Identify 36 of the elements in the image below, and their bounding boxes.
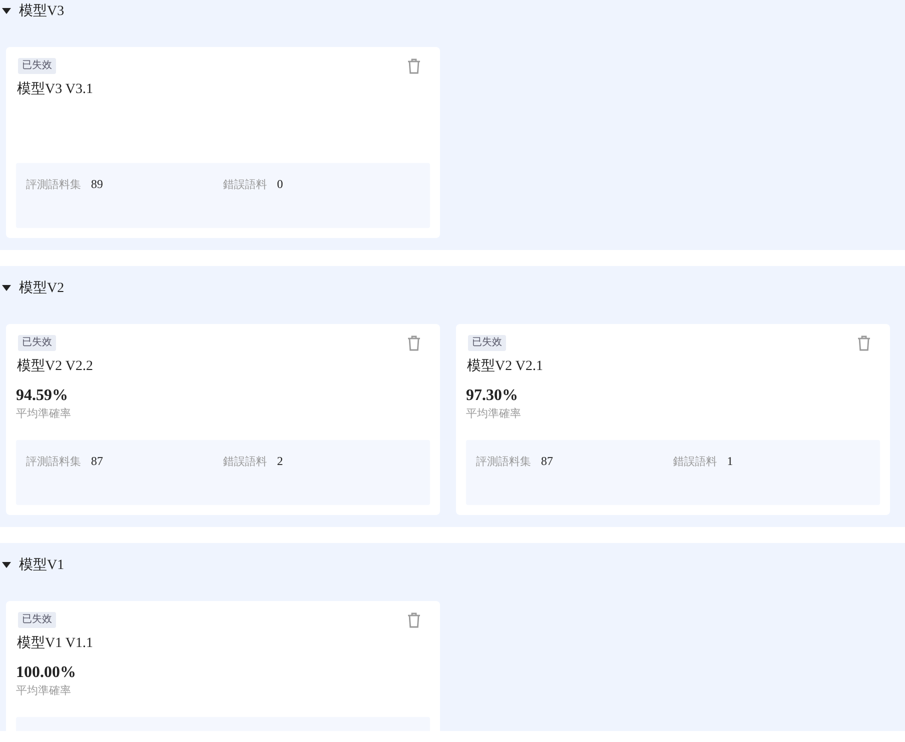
status-tag: 已失效 bbox=[18, 335, 56, 351]
stat-value: 87 bbox=[91, 454, 103, 469]
group-title: 模型V2 bbox=[19, 280, 64, 297]
trash-icon[interactable] bbox=[407, 58, 421, 74]
stat-label: 評測語料集 bbox=[476, 454, 531, 469]
stat-label: 錯誤語料 bbox=[223, 454, 267, 469]
stat-value: 89 bbox=[91, 177, 103, 192]
caret-icon[interactable] bbox=[2, 8, 11, 14]
stat-label: 錯誤語料 bbox=[673, 454, 717, 469]
status-tag: 已失效 bbox=[468, 335, 506, 351]
stat-label: 評測語料集 bbox=[26, 454, 81, 469]
model-name: 模型V3 V3.1 bbox=[17, 80, 94, 98]
group-title: 模型V1 bbox=[19, 556, 64, 574]
accuracy-value: 100.00% bbox=[16, 664, 77, 682]
accuracy-label: 平均準確率 bbox=[16, 683, 72, 698]
trash-icon[interactable] bbox=[407, 335, 421, 351]
trash-icon[interactable] bbox=[407, 612, 421, 628]
status-tag: 已失效 bbox=[18, 612, 56, 628]
model-name: 模型V2 V2.2 bbox=[17, 358, 94, 375]
trash-icon[interactable] bbox=[857, 335, 871, 351]
accuracy-label: 平均準確率 bbox=[466, 406, 522, 421]
stat-label: 評測語料集 bbox=[26, 177, 81, 192]
model-name: 模型V2 V2.1 bbox=[467, 358, 544, 375]
accuracy-value: 97.30% bbox=[466, 387, 519, 405]
caret-icon[interactable] bbox=[2, 285, 11, 291]
stat-value: 2 bbox=[277, 454, 283, 469]
model-name: 模型V1 V1.1 bbox=[17, 634, 94, 652]
caret-icon[interactable] bbox=[2, 562, 11, 568]
stat-value: 0 bbox=[277, 177, 283, 192]
accuracy-label: 平均準確率 bbox=[16, 406, 72, 421]
stat-value: 1 bbox=[727, 454, 733, 469]
status-tag: 已失效 bbox=[18, 58, 56, 74]
stat-value: 87 bbox=[541, 454, 553, 469]
group-title: 模型V3 bbox=[19, 2, 64, 20]
accuracy-value: 94.59% bbox=[16, 387, 69, 405]
stat-label: 錯誤語料 bbox=[223, 177, 267, 192]
